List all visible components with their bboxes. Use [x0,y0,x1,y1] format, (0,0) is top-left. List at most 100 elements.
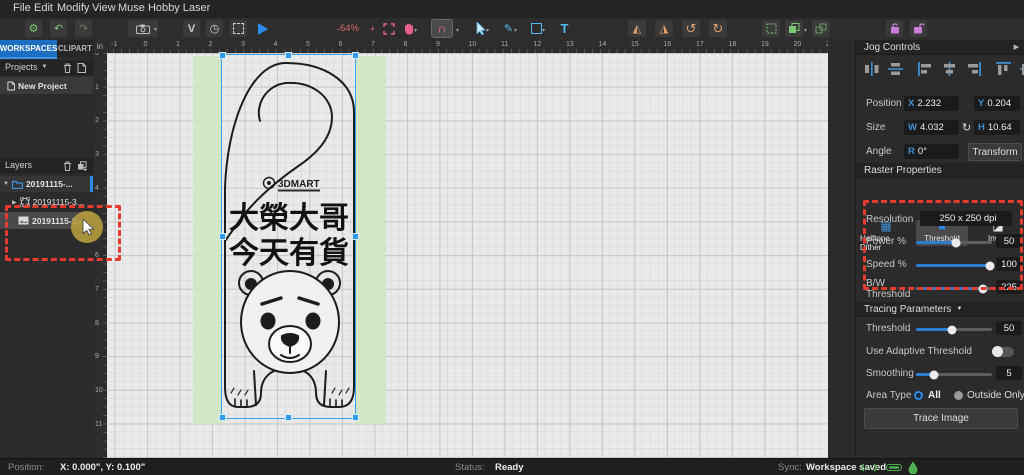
smoothing-slider[interactable] [916,373,992,376]
selection-handle-bottom-right[interactable] [352,414,359,421]
size-h-field[interactable]: H10.64 [974,120,1020,135]
selection-bounding-box[interactable] [222,55,355,418]
trace-image-button[interactable]: Trace Image [864,408,1018,429]
area-type-outside-label[interactable]: Outside Only [967,390,1024,401]
layer-expand-caret[interactable]: ▼ [3,181,9,187]
selection-handle-top-left[interactable] [219,52,226,59]
selection-handle-mid-left[interactable] [219,233,226,240]
selection-handle-top-center[interactable] [285,52,292,59]
pen-tool-icon[interactable]: ✎▾ [500,20,517,37]
lock-object-icon[interactable] [886,20,903,37]
text-tool-icon[interactable]: T [556,20,573,37]
delete-project-trash-icon[interactable] [63,63,72,73]
shape-tool-icon[interactable]: ▾ [528,20,545,37]
align-middle-icon[interactable] [1020,62,1024,76]
position-x-field[interactable]: X2.232 [904,96,959,111]
h-ruler-label: 18 [729,41,737,48]
tab-workspaces[interactable]: WORKSPACES [0,40,57,59]
select-cursor-icon[interactable]: ▾ [472,20,489,37]
new-project-icon[interactable] [77,63,86,73]
flip-horizontal-icon[interactable]: ◮ [655,20,673,37]
layer-row-folder[interactable]: ▼ 20191115-... [0,176,93,192]
selection-handle-bottom-center[interactable] [285,414,292,421]
redo-icon[interactable]: ↷ [75,20,92,37]
menu-edit[interactable]: Edit [34,2,53,14]
menu-view[interactable]: View [92,2,116,14]
transform-button[interactable]: Transform [968,143,1022,161]
distribute-vertical-icon[interactable] [888,62,903,76]
smoothing-value-box[interactable]: 5 [996,366,1022,380]
distribute-horizontal-icon[interactable] [864,62,879,76]
h-ruler-label: 2 [209,41,213,48]
menu-modify[interactable]: Modify [57,2,89,14]
pan-hand-icon[interactable]: ▾ [400,20,417,37]
sync-arrows-icon[interactable] [860,463,878,472]
add-layer-icon[interactable] [77,161,87,171]
zoom-level-value[interactable]: 64% [340,20,359,37]
coolant-droplet-icon[interactable] [908,461,918,474]
tracing-collapse-caret[interactable]: ▼ [956,306,962,312]
laser-tube-icon[interactable] [886,464,902,471]
trace-threshold-slider[interactable] [916,328,992,331]
tracing-parameters-header[interactable]: Tracing Parameters ▼ [856,302,1024,317]
snap-magnet-icon[interactable]: ∩ [432,20,452,37]
aspect-link-icon[interactable]: ↻ [962,121,971,134]
menu-file[interactable]: File [13,2,31,14]
selection-handle-top-right[interactable] [352,52,359,59]
raster-properties-header[interactable]: Raster Properties [856,163,1024,178]
design-canvas[interactable]: 3DMART 大榮大哥 今天有貨 [107,53,828,458]
raster-properties-title: Raster Properties [864,165,942,176]
marquee-select-icon[interactable] [230,20,247,37]
trace-threshold-value-box[interactable]: 50 [996,321,1022,335]
zoom-fit-icon[interactable] [380,20,397,37]
menu-bar: File Edit Modify View Muse Hobby Laser [0,0,1024,18]
camera-icon[interactable]: ▾ [128,20,158,37]
align-right-icon[interactable] [966,62,981,76]
group-objects-icon[interactable]: ▾ [785,20,803,37]
magnet-dropdown-caret[interactable]: ▾ [456,27,459,34]
flip-vertical-icon[interactable]: ◭ [628,20,646,37]
v-ruler-label: 10 [95,387,103,394]
status-position-value: X: 0.000", Y: 0.100" [60,462,145,473]
unlock-object-icon[interactable] [910,20,927,37]
click-indicator [71,211,103,243]
rotate-cw-icon[interactable]: ↻ [709,20,727,37]
delete-layer-trash-icon[interactable] [63,161,72,171]
align-top-icon[interactable] [996,62,1011,76]
selection-handle-mid-right[interactable] [352,233,359,240]
rotate-ccw-icon[interactable]: ↺ [682,20,700,37]
undo-icon[interactable]: ↶ [50,20,67,37]
jog-controls-header[interactable]: Jog Controls ▶ [856,40,1024,55]
tab-clipart[interactable]: CLIPART [57,40,93,57]
adaptive-threshold-toggle[interactable] [992,347,1014,357]
selection-handle-bottom-left[interactable] [219,414,226,421]
project-item-label: New Project [18,81,67,91]
position-y-field[interactable]: Y0.204 [974,96,1020,111]
jog-expand-caret[interactable]: ▶ [1014,43,1019,51]
h-ruler-label: 20 [794,41,802,48]
area-type-all-label[interactable]: All [928,390,941,401]
annotation-box-layers [5,205,121,261]
size-label: Size [866,122,885,133]
run-job-play-icon[interactable] [254,20,271,37]
size-w-field[interactable]: W4.032 [904,120,959,135]
h-ruler-label: 11 [501,41,508,48]
angle-r-field[interactable]: R0° [904,144,959,159]
zoom-in-button[interactable]: + [364,20,381,37]
selection-bounds-icon[interactable] [762,20,780,37]
settings-gear-icon[interactable]: ⚙ [25,20,42,37]
project-list-item[interactable]: New Project [0,77,93,94]
timer-icon[interactable]: ◷ [206,20,223,37]
align-left-icon[interactable] [918,62,933,76]
projects-collapse-caret[interactable]: ▼ [42,64,48,70]
vector-tool-icon[interactable]: V [183,20,200,37]
v-ruler-label: 11 [95,421,102,428]
tracing-parameters-title: Tracing Parameters [864,304,951,315]
area-type-all-radio[interactable] [914,391,923,400]
projects-panel-header: Projects ▼ [0,60,93,75]
v-ruler-label: 9 [95,353,99,360]
align-center-icon[interactable] [942,62,957,76]
menu-muse-hobby-laser[interactable]: Muse Hobby Laser [118,2,210,14]
area-type-outside-radio[interactable] [954,391,963,400]
ungroup-objects-icon[interactable] [812,20,830,37]
